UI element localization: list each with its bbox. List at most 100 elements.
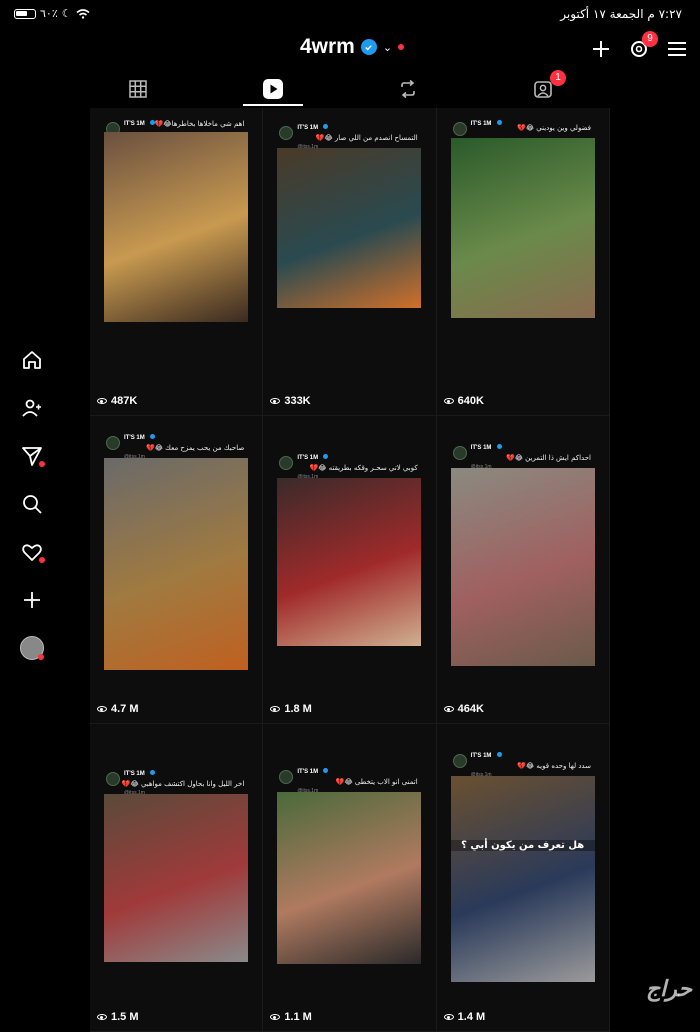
reel-item[interactable]: IT'S 1M @itss.1m فضولي وين يوديني 😂💔 640… [436,108,610,416]
view-count: 640K [443,395,484,407]
eye-icon [443,706,454,712]
view-count: 4.7 M [97,703,139,715]
verified-badge-icon [323,454,329,459]
post-header: IT'S 1M @itss.1m [279,758,329,796]
activity-dot [39,557,45,563]
nav-messages[interactable] [20,444,45,468]
view-count-value: 1.8 M [284,703,312,715]
view-count: 464K [443,703,484,715]
reels-grid: IT'S 1M @itss.1m اهم شي ماخلاها بخاطرها😂… [90,108,610,1032]
verified-badge-icon [360,39,377,55]
view-count-value: 487K [111,395,138,407]
menu-button[interactable] [664,36,690,62]
profile-tabs: 1 [70,70,610,108]
grid-icon [128,80,147,98]
view-count-value: 4.7 M [111,703,139,715]
tab-reels[interactable] [205,70,340,108]
create-button[interactable] [588,36,614,62]
reel-item[interactable]: IT'S 1M @itss.1m التمساح انصدم من اللي ص… [263,108,437,416]
post-account-name: IT'S 1M [470,445,492,451]
view-count-value: 333K [284,395,311,407]
post-caption: التمساح انصدم من اللي صار 😂💔 [315,134,418,142]
post-caption: اتمنى انو الاب يتخطى 😂💔 [335,778,418,786]
verified-badge-icon [323,124,329,129]
post-account-name: IT'S 1M [297,125,319,131]
reel-item[interactable]: IT'S 1M @itss.1m اهم شي ماخلاها بخاطرها😂… [90,108,264,416]
eye-icon [443,1014,454,1020]
profile-header: 4wrm ⌄ 9 [0,30,700,70]
moon-icon: ☾ [61,7,72,20]
post-caption: صاحبك من يحب يمزح معك 😂💔 [146,444,245,452]
home-icon [23,351,41,369]
verified-badge-icon [149,770,155,775]
post-caption: اخر الليل وانا بحاول اكتشف مواهبي 😂💔 [121,780,245,788]
battery-icon [14,8,36,19]
verified-badge-icon [496,444,502,449]
tab-reposts[interactable] [340,70,475,108]
view-count: 1.4 M [443,1011,486,1023]
post-account-name: IT'S 1M [124,435,145,441]
view-count: 1.5 M [97,1011,139,1023]
nav-people[interactable] [20,396,44,420]
username: 4wrm [300,35,355,58]
status-datetime: ٧:٢٧ م الجمعة ١٧ أكتوبر [560,7,682,21]
thumbnail-overlay-text: هل تعرف من يكون أبي ؟ [450,840,595,851]
post-header: IT'S 1M @itss.1m [452,434,502,472]
eye-icon [270,706,281,712]
chevron-down-icon: ⌄ [382,40,393,54]
reels-icon [262,79,283,99]
reel-item[interactable]: IT'S 1M @itss.1m سدد لها وحده قويه 😂💔 هل… [436,724,610,1032]
hamburger-icon [668,42,686,56]
nav-create[interactable] [20,588,44,612]
view-count-value: 1.5 M [111,1011,139,1023]
post-account-name: IT'S 1M [297,455,319,461]
nav-activity[interactable] [20,540,45,564]
post-account-name: IT'S 1M [124,771,145,777]
reel-thumbnail [450,138,595,318]
eye-icon [97,1014,107,1020]
post-account-name: IT'S 1M [470,753,492,759]
reel-thumbnail [277,478,422,646]
reel-item[interactable]: IT'S 1M @itss.1m صاحبك من يحب يمزح معك 😂… [90,416,264,724]
view-count-value: 1.4 M [457,1011,486,1023]
nav-home[interactable] [20,348,44,372]
tagged-icon [533,81,552,98]
tab-posts[interactable] [70,70,205,108]
reel-item[interactable]: IT'S 1M @itss.1m احداكم ايش ذا التمرين 😂… [436,416,610,724]
repost-icon [400,79,415,99]
watermark-logo: حراج [645,977,692,1002]
wifi-icon [76,8,90,19]
messages-dot [39,461,45,467]
search-icon [23,495,42,514]
post-header: IT'S 1M @itss.1m [106,424,155,462]
reel-item[interactable]: IT'S 1M @itss.1m كوبي لاتي سحـر وقكه بطر… [263,416,437,724]
plus-icon [593,41,609,57]
post-caption: فضولي وين يوديني 😂💔 [517,124,591,132]
reel-thumbnail [104,458,248,670]
post-caption: اهم شي ماخلاها بخاطرها😂💔 [154,120,245,128]
eye-icon [270,398,281,404]
reel-item[interactable]: IT'S 1M @itss.1m اتمنى انو الاب يتخطى 😂💔… [263,724,437,1032]
post-caption: احداكم ايش ذا التمرين 😂💔 [506,454,591,462]
status-bar: ٦٠٪ ☾ ٧:٢٧ م الجمعة ١٧ أكتوبر [0,0,700,30]
threads-badge: 9 [642,31,658,47]
account-notification-dot [398,44,405,50]
eye-icon [443,398,454,404]
view-count-value: 1.1 M [284,1011,312,1023]
tab-tagged[interactable]: 1 [475,70,610,108]
post-header: IT'S 1M @itss.1m [452,742,502,780]
reel-thumbnail [104,794,248,962]
post-header: IT'S 1M @itss.1m [106,760,155,798]
view-count: 333K [270,395,311,407]
reel-thumbnail [450,468,595,666]
verified-badge-icon [323,768,329,773]
nav-search[interactable] [20,492,44,516]
view-count: 1.8 M [270,703,312,715]
reel-item[interactable]: IT'S 1M @itss.1m اخر الليل وانا بحاول اك… [90,724,264,1032]
reel-thumbnail [277,792,422,964]
nav-profile[interactable] [20,636,44,660]
profile-dot [38,654,44,660]
view-count-value: 464K [457,703,484,715]
username-switcher[interactable]: 4wrm ⌄ [300,35,405,59]
threads-button[interactable]: 9 [626,31,658,62]
